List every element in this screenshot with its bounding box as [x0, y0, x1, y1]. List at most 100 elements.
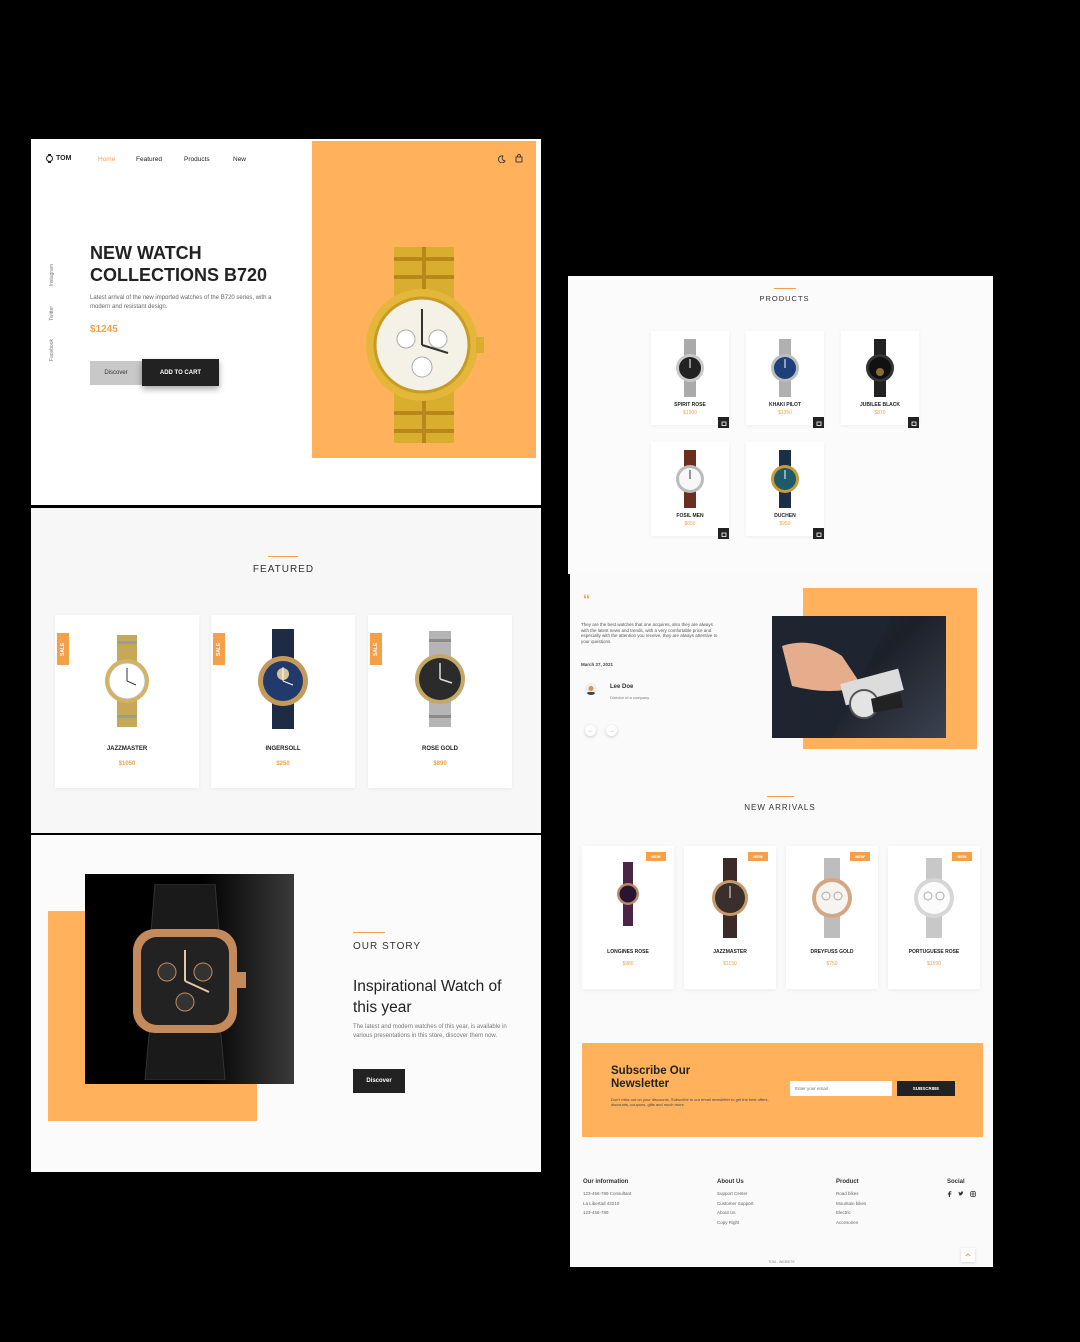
featured-card[interactable]: SALE ROSE GOLD $890 — [368, 615, 512, 788]
product-price: $650 — [684, 521, 696, 527]
footer-link[interactable]: Customer Support — [717, 1199, 754, 1209]
watch-image — [415, 631, 465, 727]
arrival-name: JAZZMASTER — [713, 949, 747, 955]
newsletter-email-input[interactable] — [790, 1081, 892, 1096]
new-arrivals-title: NEW ARRIVALS — [744, 803, 816, 812]
footer-col-info: Our information 123-456-789 Consultant L… — [583, 1179, 631, 1218]
featured-item-name: ROSE GOLD — [421, 746, 458, 752]
add-bag-button[interactable] — [718, 417, 729, 428]
footer-link[interactable]: Mountain bikes — [836, 1199, 866, 1209]
moon-icon[interactable] — [498, 155, 506, 163]
watch-image — [676, 339, 704, 397]
arrival-price: $980 — [622, 961, 634, 967]
featured-title: FEATURED — [252, 564, 315, 575]
hero-description: Latest arrival of the new imported watch… — [90, 295, 272, 310]
watch-image — [812, 858, 852, 938]
footer-col-product: Product Road bikes Mountain bikes Electr… — [836, 1179, 866, 1227]
story-accent-line — [353, 932, 385, 933]
hero-title-line2: COLLECTIONS B720 — [90, 265, 268, 285]
footer-link[interactable]: Electric — [836, 1208, 866, 1218]
featured-item-name: INGERSOLL — [265, 746, 301, 752]
arrival-name: LONGINES ROSE — [607, 949, 649, 955]
add-bag-button[interactable] — [908, 417, 919, 428]
instagram-icon[interactable] — [970, 1191, 976, 1197]
prev-arrow-button[interactable]: ← — [585, 725, 596, 736]
facebook-icon[interactable] — [947, 1191, 952, 1197]
watch-logo-icon — [46, 154, 53, 163]
leather-watch-image — [133, 884, 246, 1080]
testimonial-date: March 27, 2021 — [581, 662, 614, 667]
social-instagram[interactable]: Instagram — [49, 264, 55, 286]
nav-home[interactable]: Home — [98, 156, 115, 163]
nav-products[interactable]: Products — [184, 156, 210, 163]
featured-item-price: $890 — [433, 761, 447, 767]
subscribe-button[interactable]: SUBSCRIBE — [897, 1081, 955, 1096]
arrival-name: PORTUGUESE ROSE — [908, 949, 960, 955]
add-to-cart-button[interactable]: ADD TO CART — [142, 359, 219, 386]
right-lower-section: “ They are the best watches that one acq… — [570, 574, 993, 1267]
watch-image — [676, 450, 704, 508]
footer-link[interactable]: About Us — [717, 1208, 754, 1218]
new-tag: NEW — [646, 852, 666, 861]
story-title: OUR STORY — [353, 941, 422, 952]
product-name: KHAKI PILOT — [769, 402, 801, 408]
next-arrow-button[interactable]: → — [606, 725, 617, 736]
products-section: PRODUCTS SPIRIT ROSE $1500 KHAKI PILOT $… — [568, 276, 993, 574]
sale-tag: SALE — [213, 633, 225, 665]
footer-col-title: Our information — [583, 1179, 629, 1185]
product-name: JUBILEE BLACK — [859, 402, 900, 408]
twitter-icon[interactable] — [958, 1191, 964, 1197]
featured-card[interactable]: SALE INGERSOLL $250 — [211, 615, 355, 788]
featured-accent-line — [268, 556, 298, 557]
sale-tag: SALE — [370, 633, 382, 665]
add-bag-button[interactable] — [813, 417, 824, 428]
footer-link[interactable]: Accesories — [836, 1218, 866, 1228]
product-card[interactable]: DUCHEN $950 — [746, 442, 824, 539]
arrival-card[interactable]: NEW PORTUGUESE ROSE $1590 — [888, 846, 980, 989]
product-name: SPIRIT ROSE — [674, 402, 706, 408]
arrival-card[interactable]: NEW LONGINES ROSE $980 — [582, 846, 674, 989]
watch-image — [712, 858, 748, 938]
testimonial-text: They are the best watches that one acqui… — [581, 622, 718, 644]
story-heading: Inspirational Watch of this year — [353, 976, 501, 1018]
testimonial-name: Lee Doe — [610, 684, 634, 690]
newsletter-title-line2: Newsletter — [611, 1078, 670, 1090]
add-bag-button[interactable] — [718, 528, 729, 539]
watch-image — [617, 862, 639, 926]
footer-link[interactable]: Road bikes — [836, 1189, 866, 1199]
nav-featured[interactable]: Featured — [136, 156, 162, 163]
bag-icon — [816, 532, 821, 537]
add-bag-button[interactable] — [813, 528, 824, 539]
new-tag: NEW — [748, 852, 768, 861]
hero-section: TOM Home Featured Products New Instagram… — [31, 139, 541, 505]
logo[interactable]: TOM — [46, 154, 71, 163]
product-card[interactable]: SPIRIT ROSE $1500 — [651, 331, 729, 428]
social-twitter[interactable]: Twitter — [49, 306, 55, 321]
footer-link: La Libertad 43210 — [583, 1200, 620, 1206]
bag-icon — [721, 532, 726, 537]
product-price: $950 — [779, 521, 791, 527]
wrist-watch-photo — [772, 616, 904, 738]
bag-icon — [721, 421, 726, 426]
featured-card[interactable]: SALE JAZZMASTER $1050 — [55, 615, 199, 788]
product-card[interactable]: KHAKI PILOT $1350 — [746, 331, 824, 428]
footer-link[interactable]: Copy Right — [717, 1218, 754, 1228]
arrival-card[interactable]: NEW DREYFUSS GOLD $750 — [786, 846, 878, 989]
social-facebook[interactable]: Facebook — [49, 339, 55, 361]
story-description: The latest and modern watches of this ye… — [353, 1024, 507, 1039]
sale-tag: SALE — [57, 633, 69, 665]
user-avatar-icon — [587, 686, 595, 695]
footer-link[interactable]: Support Center — [717, 1189, 754, 1199]
product-card[interactable]: JUBILEE BLACK $870 — [841, 331, 919, 428]
product-price: $1500 — [683, 410, 697, 416]
bag-icon[interactable] — [515, 154, 523, 163]
hero-title-line1: NEW WATCH — [90, 243, 202, 263]
story-discover-button[interactable]: Discover — [353, 1069, 405, 1093]
arrival-card[interactable]: NEW JAZZMASTER $1150 — [684, 846, 776, 989]
story-section: OUR STORY Inspirational Watch of this ye… — [31, 835, 541, 1172]
nav-new[interactable]: New — [233, 156, 246, 163]
new-arrivals-accent-line — [767, 796, 794, 797]
discover-button[interactable]: Discover — [90, 361, 142, 385]
product-price: $870 — [874, 410, 886, 416]
product-card[interactable]: FOSIL MEN $650 — [651, 442, 729, 539]
